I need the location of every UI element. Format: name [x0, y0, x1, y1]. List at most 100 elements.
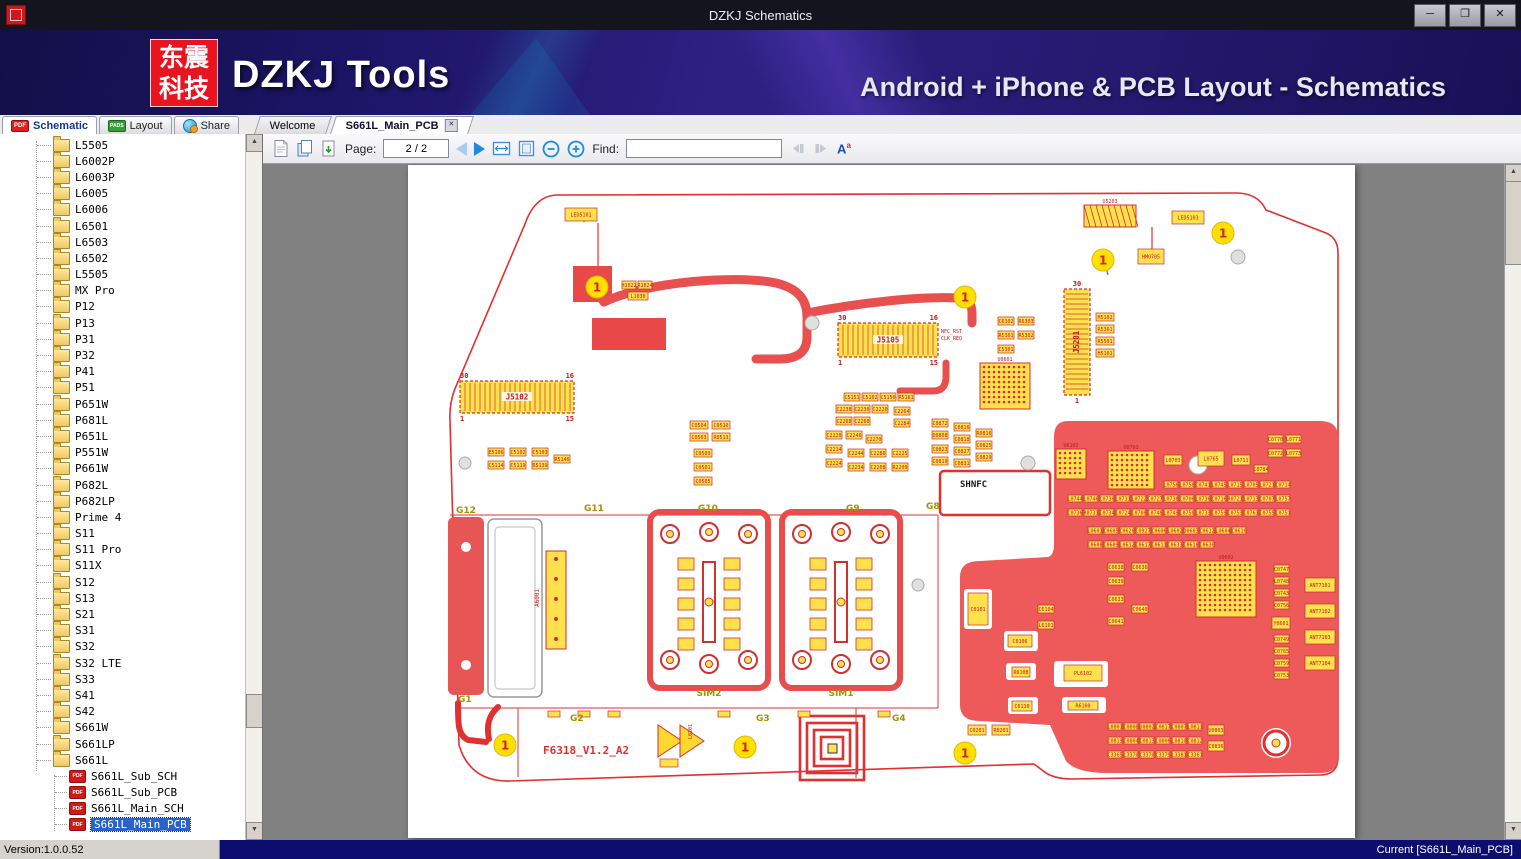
tree-folder-p32[interactable]: P32: [0, 346, 246, 363]
tree-folder-s32[interactable]: S32: [0, 637, 246, 655]
pcb-component: C0503: [689, 432, 709, 442]
tab-share[interactable]: Share: [173, 116, 239, 134]
tree-folder-p12[interactable]: P12: [0, 297, 246, 315]
tree-folder-s13[interactable]: S13: [0, 588, 246, 606]
scrollbar-thumb[interactable]: [246, 694, 262, 728]
share-icon: [182, 118, 198, 133]
tree-folder-p651l[interactable]: P651L: [0, 426, 246, 444]
tree-folder-l6502[interactable]: L6502: [0, 248, 246, 266]
tree-folder-s11[interactable]: S11: [0, 524, 246, 542]
tree-file-s661l_sub_sch[interactable]: PDF S661L_Sub_SCH: [0, 768, 246, 784]
find-input[interactable]: [626, 139, 783, 158]
svg-text:H5102: H5102: [1097, 315, 1112, 321]
tree-folder-p651w[interactable]: P651W: [0, 394, 246, 412]
tree-folder-p661w[interactable]: P661W: [0, 459, 246, 477]
tree-folder-s11x[interactable]: S11X: [0, 556, 246, 574]
tree-folder-l6501[interactable]: L6501: [0, 216, 246, 234]
tree-folder-l6006[interactable]: L6006: [0, 200, 246, 218]
pcb-component: C0872: [931, 418, 949, 428]
tree-folder-l5505[interactable]: L5505: [0, 265, 246, 283]
svg-text:L0745: L0745: [1211, 482, 1226, 488]
close-button[interactable]: ✕: [1484, 3, 1516, 27]
next-page-icon[interactable]: [474, 141, 486, 156]
svg-text:C0818: C0818: [954, 437, 969, 443]
tree-connector: [37, 290, 51, 292]
svg-text:L0731: L0731: [1115, 496, 1130, 502]
tree-folder-prime-4[interactable]: Prime 4: [0, 507, 246, 525]
sidebar-tree: L5505 L6002P L6003P L6005 L6006 L6501 L6503 L65…: [0, 135, 246, 840]
maximize-button[interactable]: ❐: [1449, 3, 1481, 27]
tab-welcome[interactable]: Welcome: [254, 116, 332, 134]
tree-folder-label: S11 Pro: [75, 543, 122, 557]
minimize-button[interactable]: ─: [1414, 3, 1446, 27]
svg-text:C0641: C0641: [1108, 619, 1123, 625]
scroll-down-icon[interactable]: ▼: [1505, 822, 1521, 840]
tab-layout[interactable]: PADS Layout: [99, 116, 172, 134]
tree-folder-s12[interactable]: S12: [0, 572, 246, 590]
page-input[interactable]: [383, 139, 450, 158]
pcb-grid-label: G3: [756, 714, 770, 724]
tree-folder-s31[interactable]: S31: [0, 621, 246, 639]
scroll-up-icon[interactable]: ▲: [1505, 164, 1521, 182]
tree-file-s661l_main_pcb[interactable]: PDF S661L_Main_PCB: [0, 817, 246, 833]
tree-folder-l6002p[interactable]: L6002P: [0, 151, 246, 169]
export-icon[interactable]: [321, 139, 338, 158]
tree-file-s661l_sub_pcb[interactable]: PDF S661L_Sub_PCB: [0, 785, 246, 801]
pcb-component: C0633: [1167, 540, 1183, 549]
tree-folder-p682l[interactable]: P682L: [0, 475, 246, 493]
tree-folder-l6005[interactable]: L6005: [0, 184, 246, 202]
tree-folder-s41[interactable]: S41: [0, 685, 246, 703]
pcb-marker: 1: [733, 735, 757, 759]
scroll-down-icon[interactable]: ▼: [246, 822, 262, 840]
page-icon[interactable]: [273, 139, 289, 158]
tree-folder-p13[interactable]: P13: [0, 313, 246, 331]
tab-close-icon[interactable]: ✕: [444, 119, 458, 132]
tree-folder-p551w[interactable]: P551W: [0, 443, 246, 461]
tree-folder-s32-lte[interactable]: S32 LTE: [0, 653, 246, 671]
tab-s661l-main-pcb[interactable]: S661L_Main_PCB ✕: [329, 116, 474, 134]
tree-folder-s661w[interactable]: S661W: [0, 718, 246, 736]
fit-page-icon[interactable]: [518, 140, 535, 157]
tree-folder-p41[interactable]: P41: [0, 362, 246, 380]
tree-folder-s661l[interactable]: S661L: [0, 750, 246, 768]
tree-folder-l6503[interactable]: L6503: [0, 232, 246, 250]
fit-width-icon[interactable]: [492, 140, 511, 157]
pcb-component: C0736: [1067, 508, 1083, 517]
tree-folder-s42[interactable]: S42: [0, 702, 246, 720]
tree-connector: [37, 371, 51, 373]
svg-text:C2225: C2225: [892, 451, 907, 457]
tree-file-s661l_main_sch[interactable]: PDF S661L_Main_SCH: [0, 801, 246, 817]
tree-folder-p682lp[interactable]: P682LP: [0, 491, 246, 509]
viewer[interactable]: LED5101 U5203 LED5103 HM0705 H1022 R1024 L1030…: [263, 164, 1505, 840]
svg-text:C6106: C6106: [1012, 639, 1027, 645]
tree-folder-p31[interactable]: P31: [0, 329, 246, 347]
tree-folder-s21[interactable]: S21: [0, 605, 246, 622]
svg-text:C0605: C0605: [1103, 528, 1118, 534]
find-next-icon[interactable]: [813, 141, 830, 156]
scrollbar-thumb[interactable]: [1505, 181, 1521, 265]
tree-folder-s661lp[interactable]: S661LP: [0, 734, 246, 752]
tree-folder-s33[interactable]: S33: [0, 669, 246, 687]
tab-schematic[interactable]: PDF Schematic: [2, 116, 98, 134]
svg-text:C2284: C2284: [894, 421, 909, 427]
tree-folder-mx-pro[interactable]: MX Pro: [0, 281, 246, 299]
font-size-icon[interactable]: Aa: [837, 141, 851, 156]
tree-folder-label: S661LP: [75, 737, 115, 751]
prev-page-icon[interactable]: [456, 141, 468, 156]
tree-folder-p51[interactable]: P51: [0, 378, 246, 396]
zoom-out-icon[interactable]: [542, 140, 560, 158]
scroll-up-icon[interactable]: ▲: [246, 134, 262, 152]
find-prev-icon[interactable]: [789, 141, 806, 156]
tree-folder-l6003p[interactable]: L6003P: [0, 167, 246, 185]
pcb-component: C0770: [1267, 434, 1284, 444]
viewer-scrollbar[interactable]: ▲ ▼: [1504, 164, 1521, 840]
svg-text:C0831: C0831: [954, 461, 969, 467]
pages-icon[interactable]: [296, 139, 314, 158]
folder-icon: [53, 507, 70, 524]
tree-folder-p681l[interactable]: P681L: [0, 410, 246, 428]
zoom-in-icon[interactable]: [567, 140, 585, 158]
tree-folder-l5505[interactable]: L5505: [0, 135, 246, 153]
sidebar-scrollbar[interactable]: ▲ ▼: [245, 134, 262, 840]
tree-folder-label: P651L: [75, 429, 109, 443]
tree-folder-s11-pro[interactable]: S11 Pro: [0, 540, 246, 558]
